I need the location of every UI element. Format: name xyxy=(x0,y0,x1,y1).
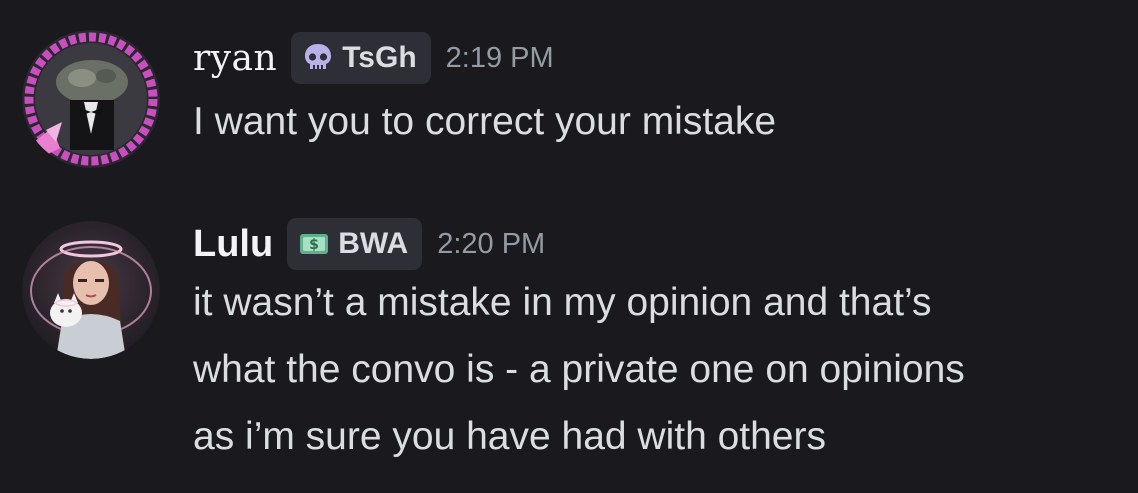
chat-message: Lulu $ BWA 2:20 PM it wasn’t a mistake i… xyxy=(0,200,1138,493)
avatar-image xyxy=(22,30,160,168)
timestamp[interactable]: 2:20 PM xyxy=(437,228,545,261)
chat-message: ryan TsGh 2:19 PM I want you to correct … xyxy=(0,0,1138,200)
skull-icon xyxy=(301,41,335,75)
guild-tag-text: BWA xyxy=(338,227,409,260)
message-content: I want you to correct your mistake xyxy=(193,88,1118,155)
money-icon: $ xyxy=(297,227,331,261)
user-avatar[interactable] xyxy=(22,30,160,168)
guild-tag[interactable]: TsGh xyxy=(291,32,431,84)
message-header: ryan TsGh 2:19 PM xyxy=(193,28,554,88)
message-content: it wasn’t a mistake in my opinion and th… xyxy=(193,269,1118,470)
message-line: as i’m sure you have had with others xyxy=(193,415,826,458)
message-line: what the convo is - a private one on opi… xyxy=(193,348,965,391)
username[interactable]: ryan xyxy=(193,38,277,79)
username[interactable]: Lulu xyxy=(193,223,273,266)
guild-tag[interactable]: $ BWA xyxy=(287,218,423,270)
message-line: it wasn’t a mistake in my opinion and th… xyxy=(193,281,932,324)
svg-text:$: $ xyxy=(309,237,319,253)
message-header: Lulu $ BWA 2:20 PM xyxy=(193,214,545,274)
guild-tag-text: TsGh xyxy=(342,41,417,74)
message-line: I want you to correct your mistake xyxy=(193,100,777,143)
user-avatar[interactable] xyxy=(22,221,160,359)
avatar-image xyxy=(22,221,160,359)
timestamp[interactable]: 2:19 PM xyxy=(446,42,554,75)
